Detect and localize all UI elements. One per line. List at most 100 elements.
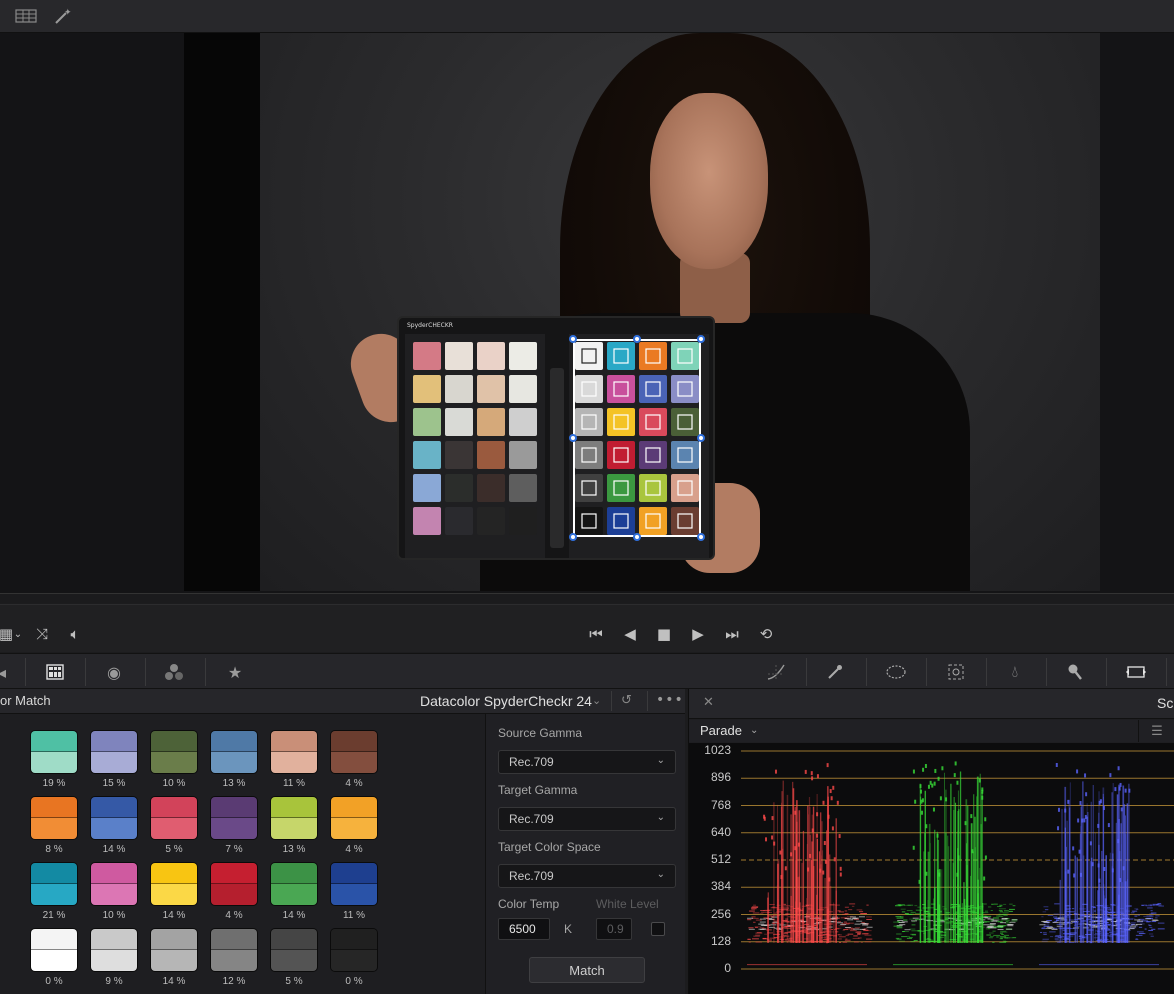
key-icon[interactable]	[1063, 660, 1087, 684]
match-settings: Source Gamma Rec.709 ⌄ Target Gamma Rec.…	[485, 714, 685, 994]
color-temp-unit: K	[564, 922, 573, 936]
toolbar-separator	[205, 658, 206, 686]
header-separator	[611, 691, 612, 711]
source-gamma-label: Source Gamma	[498, 726, 583, 740]
color-swatch	[270, 862, 318, 906]
selection-handle-left[interactable]	[569, 434, 577, 442]
magic-wand-icon[interactable]: ✦	[50, 6, 76, 26]
checker-patch	[477, 375, 505, 403]
curves-icon[interactable]	[764, 660, 788, 684]
selection-handle-bottom-right[interactable]	[697, 533, 705, 541]
grid-view-icon[interactable]	[13, 6, 39, 26]
swatch-sampled-color	[31, 950, 77, 971]
checker-patch	[477, 342, 505, 370]
selection-handle-top-left[interactable]	[569, 335, 577, 343]
checker-patch	[413, 408, 441, 436]
chevron-down-icon[interactable]: ⌄	[750, 725, 758, 736]
selection-handle-top-right[interactable]	[697, 335, 705, 343]
white-level-checkbox[interactable]	[651, 922, 665, 936]
swatch-sampled-color	[211, 884, 257, 905]
window-icon[interactable]	[884, 660, 908, 684]
close-icon[interactable]: ✕	[703, 695, 714, 710]
swatch-sampled-color	[271, 884, 317, 905]
toolbar-separator	[926, 658, 927, 686]
parade-graph	[741, 750, 1174, 970]
swatch-sampled-color	[271, 818, 317, 839]
stop-icon[interactable]: ■	[652, 625, 676, 643]
swatch-reference-color	[271, 731, 317, 752]
chevron-down-icon[interactable]: ⌄	[592, 694, 601, 707]
color-swatch	[330, 730, 378, 774]
speaker-icon[interactable]: 🔈︎	[63, 625, 87, 643]
resize-icon[interactable]	[1124, 660, 1148, 684]
checker-patch	[509, 474, 537, 502]
swatch-percent: 5 %	[285, 976, 303, 987]
checker-patch	[445, 507, 473, 535]
selection-handle-top[interactable]	[633, 335, 641, 343]
chart-selection-box[interactable]	[573, 339, 701, 537]
target-gamma-select[interactable]: Rec.709 ⌄	[498, 807, 676, 831]
swatch-percent: 12 %	[222, 976, 246, 987]
swatch-percent: 14 %	[162, 910, 186, 921]
svg-text:✦: ✦	[64, 8, 72, 18]
reset-icon[interactable]: ↺	[621, 693, 632, 708]
green-channel-trace	[893, 761, 1018, 966]
target-color-space-select[interactable]: Rec.709 ⌄	[498, 864, 676, 888]
source-gamma-select[interactable]: Rec.709 ⌄	[498, 750, 676, 774]
color-temp-input[interactable]: 6500	[498, 918, 550, 940]
swatch-percent: 11 %	[282, 778, 306, 789]
transport-bar: ▦ ⌄ ⤨ 🔈︎ ⏮︎ ◀ ■ ▶ ⏭︎ ⟲	[0, 604, 1174, 652]
swatch-percent: 21 %	[42, 910, 66, 921]
checker-patch	[445, 342, 473, 370]
skip-to-start-icon[interactable]: ⏮︎	[584, 625, 608, 643]
color-swatch	[150, 730, 198, 774]
white-level-input[interactable]: 0.9	[596, 918, 632, 940]
viewer: SpyderCHECKR	[0, 33, 1174, 601]
viewer-scrubber[interactable]	[0, 593, 1174, 603]
swatch-reference-color	[211, 797, 257, 818]
more-options-icon[interactable]: •••	[656, 692, 684, 708]
chevron-down-icon[interactable]: ⌄	[6, 625, 30, 643]
checker-hinge	[550, 368, 564, 548]
audio-icon[interactable]: ◂	[0, 660, 14, 684]
blue-channel-trace	[1039, 762, 1165, 966]
scope-settings-icon[interactable]: ☰	[1138, 720, 1174, 742]
scope-mode-select[interactable]: Parade	[700, 723, 742, 738]
qualifier-eyedropper-icon[interactable]	[823, 660, 847, 684]
camera-raw-icon[interactable]: ◉	[102, 660, 126, 684]
selection-handle-bottom[interactable]	[633, 533, 641, 541]
swatch-sampled-color	[31, 884, 77, 905]
motion-effects-icon[interactable]: ★	[223, 660, 247, 684]
scope-y-tick: 640	[710, 824, 731, 839]
swatch-sampled-color	[91, 884, 137, 905]
color-swatch	[330, 928, 378, 972]
checker-patch	[445, 408, 473, 436]
swatch-percent: 4 %	[345, 844, 363, 855]
shuffle-icon[interactable]: ⤨	[30, 625, 54, 643]
toolbar-separator	[1046, 658, 1047, 686]
play-icon[interactable]: ▶	[686, 625, 710, 643]
match-button[interactable]: Match	[529, 957, 645, 983]
swatch-percent: 10 %	[162, 778, 186, 789]
chart-type-select[interactable]: Datacolor SpyderCheckr 24	[420, 693, 592, 709]
color-swatch	[210, 862, 258, 906]
play-reverse-icon[interactable]: ◀	[618, 625, 642, 643]
swatch-sampled-color	[31, 752, 77, 773]
color-chart-icon[interactable]	[43, 660, 67, 684]
swatch-sampled-color	[91, 950, 137, 971]
swatch-reference-color	[31, 731, 77, 752]
swatch-sampled-color	[211, 818, 257, 839]
rgb-mixer-icon[interactable]	[162, 660, 186, 684]
checker-patch	[413, 342, 441, 370]
swatch-sampled-color	[31, 818, 77, 839]
checker-patch	[509, 408, 537, 436]
swatch-percent: 14 %	[162, 976, 186, 987]
scope-mode-bar: Parade ⌄ ☰	[689, 720, 1174, 742]
selection-handle-bottom-left[interactable]	[569, 533, 577, 541]
selection-handle-right[interactable]	[697, 434, 705, 442]
tracker-icon[interactable]	[944, 660, 968, 684]
skip-to-end-icon[interactable]: ⏭︎	[720, 625, 744, 643]
chevron-down-icon: ⌄	[656, 755, 665, 766]
blur-icon[interactable]: 💧︎	[1003, 660, 1027, 684]
loop-icon[interactable]: ⟲	[754, 625, 778, 643]
